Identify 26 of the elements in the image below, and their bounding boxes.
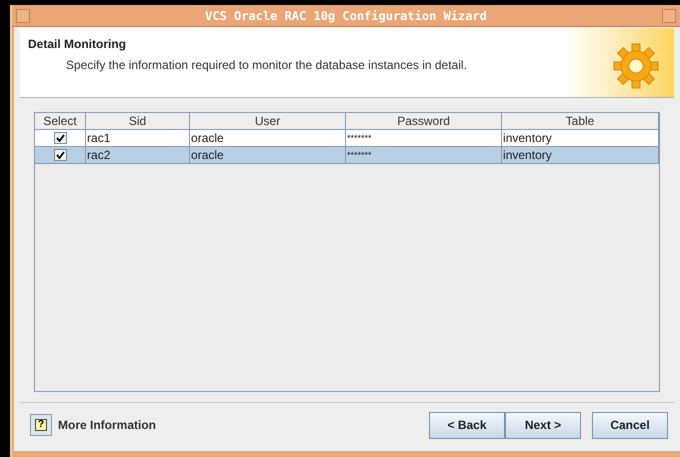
table-cell: inventory	[503, 148, 552, 162]
gear-icon	[612, 42, 660, 90]
column-header[interactable]: Select	[35, 113, 86, 130]
back-button[interactable]: < Back	[429, 412, 505, 438]
table-row[interactable]: rac1 oracle ******* inventory	[35, 130, 659, 147]
page-title: Detail Monitoring	[28, 36, 127, 53]
column-header[interactable]: Sid	[86, 113, 190, 130]
select-checkbox[interactable]	[54, 132, 67, 144]
table-row[interactable]: rac2 oracle ******* inventory	[35, 147, 659, 164]
page-description: Specify the information required to monitor the database instances in detail.	[66, 57, 468, 73]
column-header[interactable]: Table	[502, 113, 659, 130]
table-cell: oracle	[191, 148, 224, 162]
more-information-label[interactable]: More Information	[58, 416, 156, 434]
select-checkbox[interactable]	[54, 149, 67, 161]
table-cell-text: *******	[347, 149, 372, 162]
cancel-button[interactable]: Cancel	[592, 412, 668, 438]
table-cell: inventory	[503, 131, 552, 145]
table-cell-text: *******	[347, 132, 372, 145]
window-title: VCS Oracle RAC 10g Configuration Wizard	[204, 8, 488, 24]
column-header[interactable]: Password	[346, 113, 502, 130]
table-cell: rac1	[87, 131, 110, 145]
table-cell: oracle	[191, 131, 224, 145]
help-button[interactable]: ?	[30, 414, 52, 436]
column-header[interactable]: User	[190, 113, 346, 130]
next-button[interactable]: Next >	[505, 412, 581, 438]
table-cell: rac2	[87, 148, 110, 162]
